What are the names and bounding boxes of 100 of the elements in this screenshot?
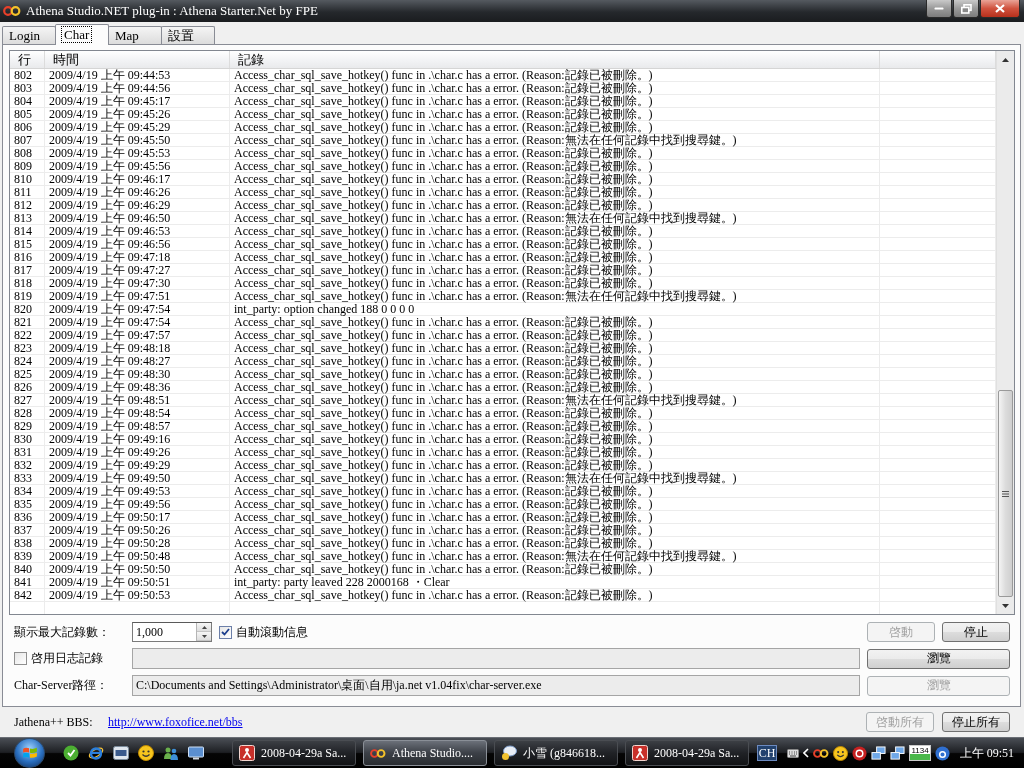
rings-icon	[3, 5, 21, 17]
table-cell: Access_char_sql_save_hotkey() func in .\char.c has a error. (Reason:記錄已被刪除。)	[230, 108, 880, 120]
table-cell: 815	[10, 238, 45, 250]
server-path-label: Char-Server路徑：	[14, 677, 109, 694]
table-cell: 2009/4/19 上午 09:46:17	[45, 173, 230, 185]
table-cell: 823	[10, 342, 45, 354]
table-cell: 2009/4/19 上午 09:46:29	[45, 199, 230, 211]
table-cell: 838	[10, 537, 45, 549]
table-cell: 2009/4/19 上午 09:46:56	[45, 238, 230, 250]
check-circle-icon[interactable]	[63, 745, 79, 761]
scrollbar-thumb[interactable]	[998, 390, 1013, 597]
column-header[interactable]: 記錄	[230, 51, 880, 68]
table-cell: 811	[10, 186, 45, 198]
stop-button[interactable]: 停止	[942, 622, 1010, 642]
auto-scroll-label: 自動滾動信息	[236, 623, 308, 641]
minimize-icon	[934, 7, 944, 10]
tab[interactable]: Char	[55, 24, 109, 45]
table-cell: 2009/4/19 上午 09:48:57	[45, 420, 230, 432]
network-icon[interactable]	[871, 745, 887, 761]
table-cell: 834	[10, 485, 45, 497]
table-cell: 825	[10, 368, 45, 380]
table-cell: 819	[10, 290, 45, 302]
keyboard-icon[interactable]	[787, 748, 800, 758]
log-path-field[interactable]	[132, 648, 860, 669]
taskbar-button[interactable]: Athena Studio....	[363, 740, 487, 766]
table-cell: 2009/4/19 上午 09:45:17	[45, 95, 230, 107]
table-cell: 805	[10, 108, 45, 120]
table-cell: 2009/4/19 上午 09:44:53	[45, 69, 230, 81]
smiley-icon[interactable]	[833, 745, 849, 761]
tab[interactable]: 設置	[161, 26, 215, 44]
ring-icon[interactable]	[934, 745, 950, 761]
table-cell: Access_char_sql_save_hotkey() func in .\char.c has a error. (Reason:無法在任何記錄中找到搜尋鍵。)	[230, 134, 880, 146]
table-cell: Access_char_sql_save_hotkey() func in .\char.c has a error. (Reason:記錄已被刪除。)	[230, 524, 880, 536]
max-records-field[interactable]: 1,000	[132, 622, 212, 642]
clock[interactable]: 上午 09:51	[959, 744, 1014, 762]
monitor-icon[interactable]	[188, 745, 204, 761]
table-cell: Access_char_sql_save_hotkey() func in .\char.c has a error. (Reason:記錄已被刪除。)	[230, 238, 880, 250]
table-cell: 2009/4/19 上午 09:46:53	[45, 225, 230, 237]
table-cell: int_party: party leaved 228 2000168 ・Clear	[230, 576, 880, 588]
table-cell: 2009/4/19 上午 09:44:56	[45, 82, 230, 94]
people-icon[interactable]	[163, 745, 179, 761]
caret-down-icon	[1002, 603, 1009, 608]
bbs-link[interactable]: http://www.foxofice.net/bbs	[108, 714, 243, 730]
table-cell: 2009/4/19 上午 09:45:26	[45, 108, 230, 120]
enable-log-label: 啓用日志記錄	[31, 650, 103, 667]
caret-up-icon	[1002, 57, 1009, 62]
table-cell: 2009/4/19 上午 09:45:50	[45, 134, 230, 146]
ring-icon[interactable]	[852, 745, 868, 761]
column-header[interactable]: 時間	[45, 51, 230, 68]
start-menu-button[interactable]	[14, 738, 45, 768]
stop-all-button[interactable]: 停止所有	[942, 712, 1010, 732]
tab[interactable]: Login	[2, 26, 56, 44]
table-cell: 830	[10, 433, 45, 445]
table-cell: 802	[10, 69, 45, 81]
tray-counter[interactable]: 1134	[909, 745, 931, 761]
taskbar-button[interactable]: 小雪 (g846618...	[494, 740, 618, 766]
table-cell: 836	[10, 511, 45, 523]
server-path-field[interactable]: C:\Documents and Settings\Administrator\桌面\自用\ja.net v1.04fix\char-server.exe	[132, 675, 860, 696]
table-cell: 813	[10, 212, 45, 224]
table-cell: Access_char_sql_save_hotkey() func in .\char.c has a error. (Reason:無法在任何記錄中找到搜尋鍵。)	[230, 290, 880, 302]
table-cell: Access_char_sql_save_hotkey() func in .\char.c has a error. (Reason:記錄已被刪除。)	[230, 381, 880, 393]
taskbar-button[interactable]: 2008-04-29a Sa...	[232, 740, 356, 766]
table-cell: 2009/4/19 上午 09:50:51	[45, 576, 230, 588]
scrollbar[interactable]	[996, 51, 1014, 614]
table-cell: Access_char_sql_save_hotkey() func in .\char.c has a error. (Reason:記錄已被刪除。)	[230, 160, 880, 172]
table-cell: 2009/4/19 上午 09:49:26	[45, 446, 230, 458]
close-button[interactable]	[980, 0, 1020, 18]
taskbar-button[interactable]: 2008-04-29a Sa...	[625, 740, 749, 766]
table-cell: 2009/4/19 上午 09:49:29	[45, 459, 230, 471]
column-header[interactable]: 行	[10, 51, 45, 68]
chevron-left-icon[interactable]	[803, 748, 810, 758]
smiley-icon[interactable]	[138, 745, 154, 761]
window-title: Athena Studio.NET plug-in : Athena Starter.Net by FPE	[26, 3, 318, 19]
auto-scroll-checkbox[interactable]	[219, 625, 232, 639]
table-cell: Access_char_sql_save_hotkey() func in .\char.c has a error. (Reason:記錄已被刪除。)	[230, 459, 880, 471]
table-cell: 2009/4/19 上午 09:50:28	[45, 537, 230, 549]
bbs-label: Jathena++ BBS:	[14, 714, 94, 730]
minimize-button[interactable]	[926, 0, 952, 18]
table-cell: Access_char_sql_save_hotkey() func in .\char.c has a error. (Reason:記錄已被刪除。)	[230, 589, 880, 601]
table-cell: 817	[10, 264, 45, 276]
table-cell: 812	[10, 199, 45, 211]
letter-e-icon[interactable]	[88, 745, 104, 761]
table-cell: 827	[10, 394, 45, 406]
rings-icon[interactable]	[813, 747, 830, 759]
spin-buttons[interactable]	[196, 623, 211, 641]
table-cell: 837	[10, 524, 45, 536]
table-cell: 2009/4/19 上午 09:47:30	[45, 277, 230, 289]
language-indicator[interactable]: CH	[756, 745, 778, 761]
browse-button[interactable]: 瀏覽	[867, 648, 1010, 669]
enable-log-checkbox[interactable]	[14, 652, 27, 665]
restore-button[interactable]	[953, 0, 979, 18]
table-cell: 2009/4/19 上午 09:47:27	[45, 264, 230, 276]
max-records-label: 顯示最大記錄數：	[14, 623, 110, 641]
tab[interactable]: Map	[108, 26, 162, 44]
window-icon[interactable]	[113, 745, 129, 761]
table-cell: Access_char_sql_save_hotkey() func in .\char.c has a error. (Reason:記錄已被刪除。)	[230, 251, 880, 263]
table-cell: 803	[10, 82, 45, 94]
table-cell: Access_char_sql_save_hotkey() func in .\char.c has a error. (Reason:記錄已被刪除。)	[230, 329, 880, 341]
table-cell: 2009/4/19 上午 09:46:50	[45, 212, 230, 224]
network-icon[interactable]	[890, 745, 906, 761]
